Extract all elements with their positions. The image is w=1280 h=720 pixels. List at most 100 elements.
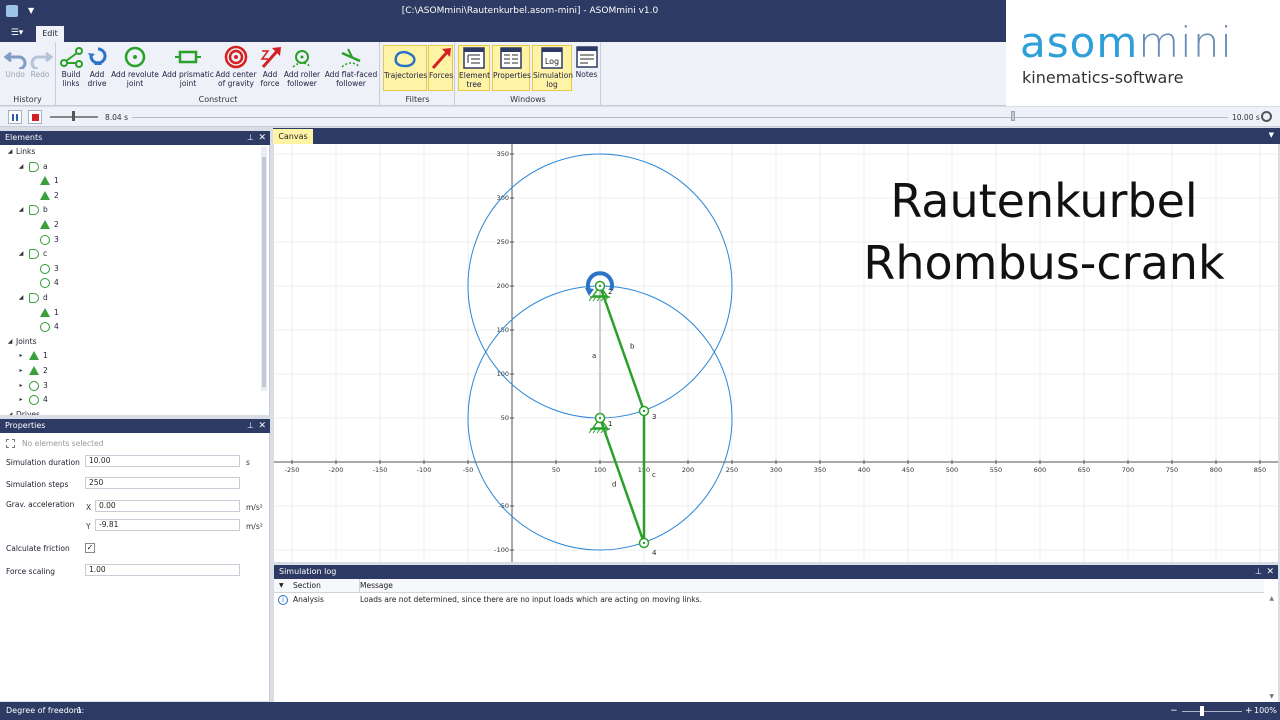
col-message[interactable]: Message <box>360 579 393 593</box>
windows-group-label: Windows <box>510 95 546 104</box>
sim-duration-input[interactable]: 10.00 <box>85 455 240 467</box>
end-time: 10.00 s <box>1232 113 1260 122</box>
add-prismatic-joint-button[interactable]: Add prismatic joint <box>161 45 215 91</box>
log-icon: Log <box>541 47 563 69</box>
joint-label: 2 <box>608 288 612 296</box>
add-drive-button[interactable]: Add drive <box>85 45 109 91</box>
redo-button[interactable]: Redo <box>28 45 54 91</box>
notes-icon <box>576 46 598 68</box>
file-menu-icon[interactable]: ☰▾ <box>4 26 30 40</box>
joint-label: 3 <box>652 413 656 421</box>
sim-steps-input[interactable]: 250 <box>85 477 240 489</box>
tree-item-label: a <box>43 161 48 171</box>
add-roller-follower-button[interactable]: Add roller follower <box>283 45 321 91</box>
joint-center <box>642 409 646 413</box>
stop-button[interactable] <box>28 110 42 124</box>
tree-caret-icon[interactable]: ◢ <box>17 203 25 217</box>
element-tree-icon <box>463 47 485 69</box>
properties-toggle[interactable]: Properties <box>492 45 531 91</box>
forces-toggle[interactable]: Forces <box>428 45 453 91</box>
col-section[interactable]: Section <box>293 579 321 593</box>
tab-canvas[interactable]: Canvas <box>273 129 313 144</box>
tree-item-label: c <box>43 249 48 259</box>
force-icon <box>260 47 281 68</box>
close-icon[interactable]: ✕ <box>258 131 266 145</box>
roller-follower-icon <box>292 50 312 68</box>
tree-caret-icon[interactable]: ◢ <box>6 145 14 159</box>
tree-caret-icon[interactable]: ◢ <box>17 291 25 305</box>
tree-caret-icon[interactable]: ◢ <box>17 247 25 261</box>
headline-english: Rhombus-crank <box>863 236 1225 290</box>
asommini-logo: asommini kinematics-software <box>1006 0 1280 106</box>
speed-slider-thumb[interactable] <box>72 111 75 121</box>
redo-icon <box>30 51 54 69</box>
y-tick-label: 250 <box>497 238 509 246</box>
ground-joint-icon <box>40 307 50 317</box>
tree-scrollbar[interactable] <box>261 147 267 391</box>
build-links-icon <box>60 47 83 68</box>
zoom-slider-track[interactable] <box>1182 711 1242 712</box>
pin-icon[interactable]: ⊥ <box>247 131 254 145</box>
trajectories-toggle[interactable]: Trajectories <box>383 45 427 91</box>
log-message: Loads are not determined, since there ar… <box>360 595 702 604</box>
scroll-up-icon[interactable]: ▲ <box>1269 595 1274 602</box>
zoom-in-icon[interactable]: + <box>1245 702 1253 720</box>
close-icon[interactable]: ✕ <box>258 419 266 433</box>
tree-item-label: 3 <box>54 234 59 244</box>
force-scaling-input[interactable]: 1.00 <box>85 564 240 576</box>
tree-caret-icon[interactable]: ◢ <box>17 160 25 174</box>
undo-icon <box>3 51 27 69</box>
build-links-button[interactable]: Build links <box>59 45 83 91</box>
x-tick-label: 700 <box>1122 466 1134 474</box>
close-icon[interactable]: ✕ <box>1266 565 1274 579</box>
link-b <box>598 285 646 412</box>
gear-icon[interactable] <box>1261 111 1272 122</box>
grav-x-input[interactable]: 0.00 <box>95 500 240 512</box>
x-tick-label: 300 <box>770 466 782 474</box>
add-revolute-joint-button[interactable]: Add revolute joint <box>111 45 159 91</box>
add-flat-faced-follower-button[interactable]: Add flat-faced follower <box>323 45 379 91</box>
tab-edit[interactable]: Edit <box>36 26 64 42</box>
current-time: 8.04 s <box>105 113 128 122</box>
tree-caret-icon[interactable]: ◢ <box>6 335 14 349</box>
grav-y-input[interactable]: -9.81 <box>95 519 240 531</box>
canvas-tabbar: Canvas ▼ <box>273 128 1280 144</box>
undo-button[interactable]: Undo <box>3 45 27 91</box>
pin-icon[interactable]: ⊥ <box>247 419 254 433</box>
zoom-slider-thumb[interactable] <box>1200 706 1204 716</box>
scroll-down-icon[interactable]: ▼ <box>1269 693 1274 700</box>
x-tick-label: 250 <box>726 466 738 474</box>
svg-text:Log: Log <box>545 57 559 66</box>
pause-button[interactable] <box>8 110 22 124</box>
x-tick-label: -250 <box>285 466 300 474</box>
tree-caret-icon[interactable]: ◢ <box>6 408 14 415</box>
tree-caret-icon[interactable]: ▸ <box>17 349 25 363</box>
elements-tree: ◢ Links ◢ a 1 2 ◢ b 2 3 ◢ c 3 4 ◢ d 1 4 ◢ Joints ▸ 1 ▸ 2 ▸ 3 ▸ 4 ◢ Dr… <box>0 145 270 415</box>
sort-chevron-icon[interactable]: ▼ <box>279 579 284 593</box>
dof-value: 1 <box>77 706 83 715</box>
friction-checkbox[interactable]: ✓ <box>85 543 95 553</box>
tree-item-label: 4 <box>54 322 59 332</box>
element-tree-toggle[interactable]: Element tree <box>458 45 490 91</box>
pin-icon[interactable]: ⊥ <box>1255 565 1262 579</box>
add-force-button[interactable]: Add force <box>259 45 281 91</box>
x-tick-label: 750 <box>1166 466 1178 474</box>
notes-toggle[interactable]: Notes <box>574 45 599 91</box>
time-slider-thumb[interactable] <box>1011 111 1016 121</box>
x-tick-label: 600 <box>1034 466 1046 474</box>
add-center-of-gravity-button[interactable]: Add center of gravity <box>215 45 257 91</box>
link-icon <box>29 249 39 260</box>
ribbon-group-windows: Element tree Properties Log Simulation l… <box>456 42 601 106</box>
zoom-level: 100% <box>1254 706 1277 715</box>
simulation-log-toggle[interactable]: Log Simulation log <box>532 45 573 91</box>
zoom-out-icon[interactable]: − <box>1170 702 1178 720</box>
tree-caret-icon[interactable]: ▸ <box>17 393 25 407</box>
tree-caret-icon[interactable]: ▸ <box>17 379 25 393</box>
chevron-down-icon[interactable]: ▼ <box>1269 131 1274 139</box>
tree-item-label: d <box>43 293 48 302</box>
tree-caret-icon[interactable]: ▸ <box>17 364 25 378</box>
tree-item-label: 3 <box>54 263 59 273</box>
log-row[interactable]: i Analysis Loads are not determined, sin… <box>274 594 1264 606</box>
mechanism-canvas[interactable]: -250-200-150-100-50501001502002503003504… <box>274 144 1278 562</box>
time-slider-track[interactable] <box>132 117 1228 118</box>
